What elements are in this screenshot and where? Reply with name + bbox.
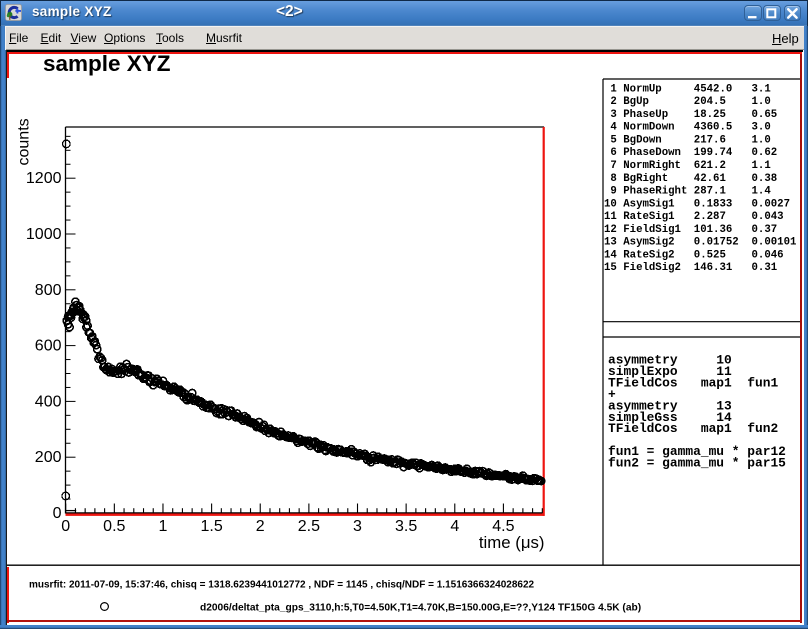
svg-text:7 NormRight 621.2 1.1: 7 NormRight 621.2 1.1: [604, 160, 771, 172]
svg-text:11 RateSig1 2.287 0.043: 11 RateSig1 2.287 0.043: [604, 211, 784, 223]
svg-text:4: 4: [450, 518, 459, 535]
svg-text:sample XYZ: sample XYZ: [43, 51, 171, 76]
svg-text:12 FieldSig1 101.36 0.37: 12 FieldSig1 101.36 0.37: [604, 224, 777, 236]
svg-text:counts: counts: [16, 118, 33, 165]
svg-text:400: 400: [35, 393, 62, 410]
svg-text:fun2 = gamma_mu * par15: fun2 = gamma_mu * par15: [608, 456, 786, 471]
svg-text:200: 200: [35, 449, 62, 466]
svg-text:8 BgRight 42.61 0.38: 8 BgRight 42.61 0.38: [604, 173, 777, 185]
svg-text:d2006/deltat_pta_gps_3110,h:5,: d2006/deltat_pta_gps_3110,h:5,T0=4.50K,T…: [200, 603, 641, 614]
svg-text:1 NormUp 4542.0 3.1: 1 NormUp 4542.0 3.1: [604, 83, 771, 95]
svg-text:6 PhaseDown 199.74 0.62: 6 PhaseDown 199.74 0.62: [604, 147, 777, 159]
svg-text:time (μs): time (μs): [479, 533, 545, 552]
svg-text:1.5: 1.5: [200, 518, 222, 535]
svg-text:2: 2: [256, 518, 265, 535]
svg-text:2.5: 2.5: [298, 518, 320, 535]
svg-text:TFieldCos map1 fun1: TFieldCos map1 fun1: [608, 375, 778, 390]
svg-text:9 PhaseRight 287.1 1.4: 9 PhaseRight 287.1 1.4: [604, 186, 771, 198]
svg-text:1200: 1200: [26, 170, 62, 187]
svg-text:musrfit: 2011-07-09, 15:37:46,: musrfit: 2011-07-09, 15:37:46, chisq = 1…: [29, 580, 535, 591]
svg-text:600: 600: [35, 338, 62, 355]
svg-text:3.5: 3.5: [395, 518, 417, 535]
svg-text:1000: 1000: [26, 226, 62, 243]
svg-text:3: 3: [353, 518, 362, 535]
svg-text:4 NormDown 4360.5 3.0: 4 NormDown 4360.5 3.0: [604, 122, 771, 134]
svg-text:15 FieldSig2 146.31 0.31: 15 FieldSig2 146.31 0.31: [604, 262, 777, 274]
svg-text:13 AsymSig2 0.01752 0.00101: 13 AsymSig2 0.01752 0.00101: [604, 237, 796, 249]
svg-text:0: 0: [61, 518, 70, 535]
svg-text:2 BgUp 204.5 1.0: 2 BgUp 204.5 1.0: [604, 96, 771, 108]
svg-text:3 PhaseUp 18.25 0.65: 3 PhaseUp 18.25 0.65: [604, 109, 777, 121]
svg-text:14 RateSig2 0.525 0.046: 14 RateSig2 0.525 0.046: [604, 249, 784, 261]
svg-text:0.5: 0.5: [103, 518, 125, 535]
svg-text:800: 800: [35, 282, 62, 299]
svg-text:TFieldCos map1 fun2: TFieldCos map1 fun2: [608, 421, 778, 436]
svg-text:10 AsymSig1 0.1833 0.0027: 10 AsymSig1 0.1833 0.0027: [604, 198, 790, 210]
svg-text:0: 0: [53, 505, 62, 522]
svg-text:5 BgDown 217.6 1.0: 5 BgDown 217.6 1.0: [604, 134, 771, 146]
svg-text:1: 1: [159, 518, 168, 535]
